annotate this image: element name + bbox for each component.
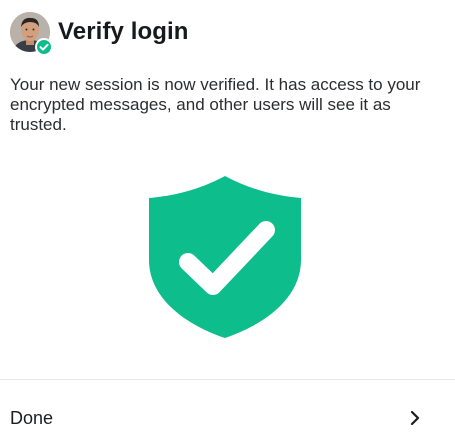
done-button[interactable]: Done (0, 380, 455, 446)
verify-login-screen: Verify login Your new session is now ver… (0, 0, 455, 446)
avatar-container (10, 12, 53, 56)
verified-badge (35, 38, 53, 56)
chevron-right-icon (410, 410, 420, 426)
done-label: Done (10, 407, 54, 428)
verification-description: Your new session is now verified. It has… (10, 75, 421, 134)
shield-check-icon (149, 176, 301, 338)
page-title: Verify login (58, 18, 189, 45)
verified-check-icon (39, 43, 49, 51)
header: Verify login (10, 12, 189, 56)
